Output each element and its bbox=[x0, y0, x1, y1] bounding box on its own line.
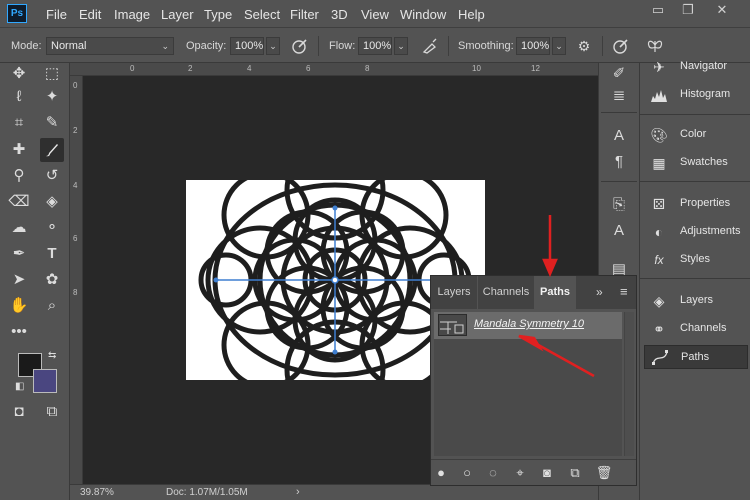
annotation-arrows bbox=[518, 215, 595, 378]
photoshop-window: Ps File Edit Image Layer Type Select Fil… bbox=[0, 0, 750, 500]
